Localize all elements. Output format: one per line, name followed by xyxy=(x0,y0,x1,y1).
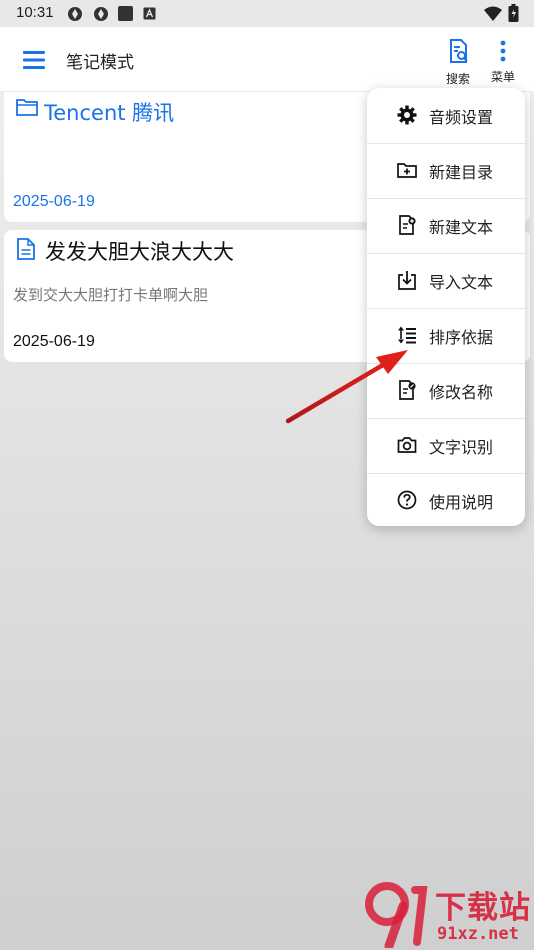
menu-label: 菜单 xyxy=(490,70,515,84)
wifi-icon xyxy=(484,6,502,21)
menu-item-label: 修改名称 xyxy=(429,383,494,402)
search-button[interactable]: 搜索 xyxy=(436,39,480,87)
note-title: 发发大胆大浪大大大 xyxy=(45,240,234,264)
search-label: 搜索 xyxy=(445,72,470,86)
folder-icon xyxy=(16,99,38,116)
watermark-site: 91xz.net xyxy=(437,924,519,944)
status-time: 10:31 xyxy=(16,4,54,21)
keyboard-a-icon xyxy=(143,7,156,20)
site-logo xyxy=(365,882,428,948)
folder-date: 2025-06-19 xyxy=(13,193,95,210)
app-bar: 笔记模式 搜索 菜单 xyxy=(0,27,534,91)
folder-title: Tencent 腾讯 xyxy=(44,101,175,125)
gear-icon xyxy=(397,105,417,125)
menu-item-new-text[interactable]: 新建文本 xyxy=(367,198,525,253)
menu-item-import-text[interactable]: 导入文本 xyxy=(367,253,525,308)
annotation-arrow xyxy=(285,350,408,424)
import-icon xyxy=(398,271,416,290)
note-preview: 发到交大大胆打打卡单啊大胆 xyxy=(13,286,209,304)
menu-item-label: 排序依据 xyxy=(429,328,494,347)
menu-item-label: 导入文本 xyxy=(429,273,494,292)
menu-item-label: 文字识别 xyxy=(429,438,494,457)
menu-item-audio-settings[interactable]: 音频设置 xyxy=(367,88,525,143)
note-date: 2025-06-19 xyxy=(13,333,95,350)
sync-icon xyxy=(94,7,108,21)
hamburger-menu-icon[interactable] xyxy=(23,51,45,69)
menu-item-label: 新建目录 xyxy=(429,163,494,182)
menu-button[interactable]: 菜单 xyxy=(481,39,525,85)
menu-item-label: 使用说明 xyxy=(429,493,494,512)
overflow-menu: 音频设置 新建目录 新建文本 导入文本 排序依据 修改名称 文字识别 使用说明 xyxy=(367,88,525,526)
page-title: 笔记模式 xyxy=(66,53,134,73)
menu-item-label: 新建文本 xyxy=(429,218,494,237)
new-folder-icon xyxy=(397,163,417,178)
document-icon xyxy=(17,238,35,260)
battery-icon xyxy=(508,4,519,22)
more-vertical-icon xyxy=(500,40,506,62)
menu-item-new-folder[interactable]: 新建目录 xyxy=(367,143,525,198)
watermark-brand: 下载站 xyxy=(435,890,531,926)
app-notification-icon xyxy=(118,6,133,21)
site-watermark: 下载站 91xz.net xyxy=(365,880,534,948)
menu-item-help[interactable]: 使用说明 xyxy=(367,473,525,528)
help-icon xyxy=(397,490,417,510)
sync-icon xyxy=(68,7,82,21)
camera-icon xyxy=(397,437,417,453)
status-bar: 10:31 xyxy=(0,0,534,27)
search-note-icon xyxy=(450,39,468,63)
menu-item-label: 音频设置 xyxy=(429,108,494,127)
new-document-icon xyxy=(399,215,416,235)
